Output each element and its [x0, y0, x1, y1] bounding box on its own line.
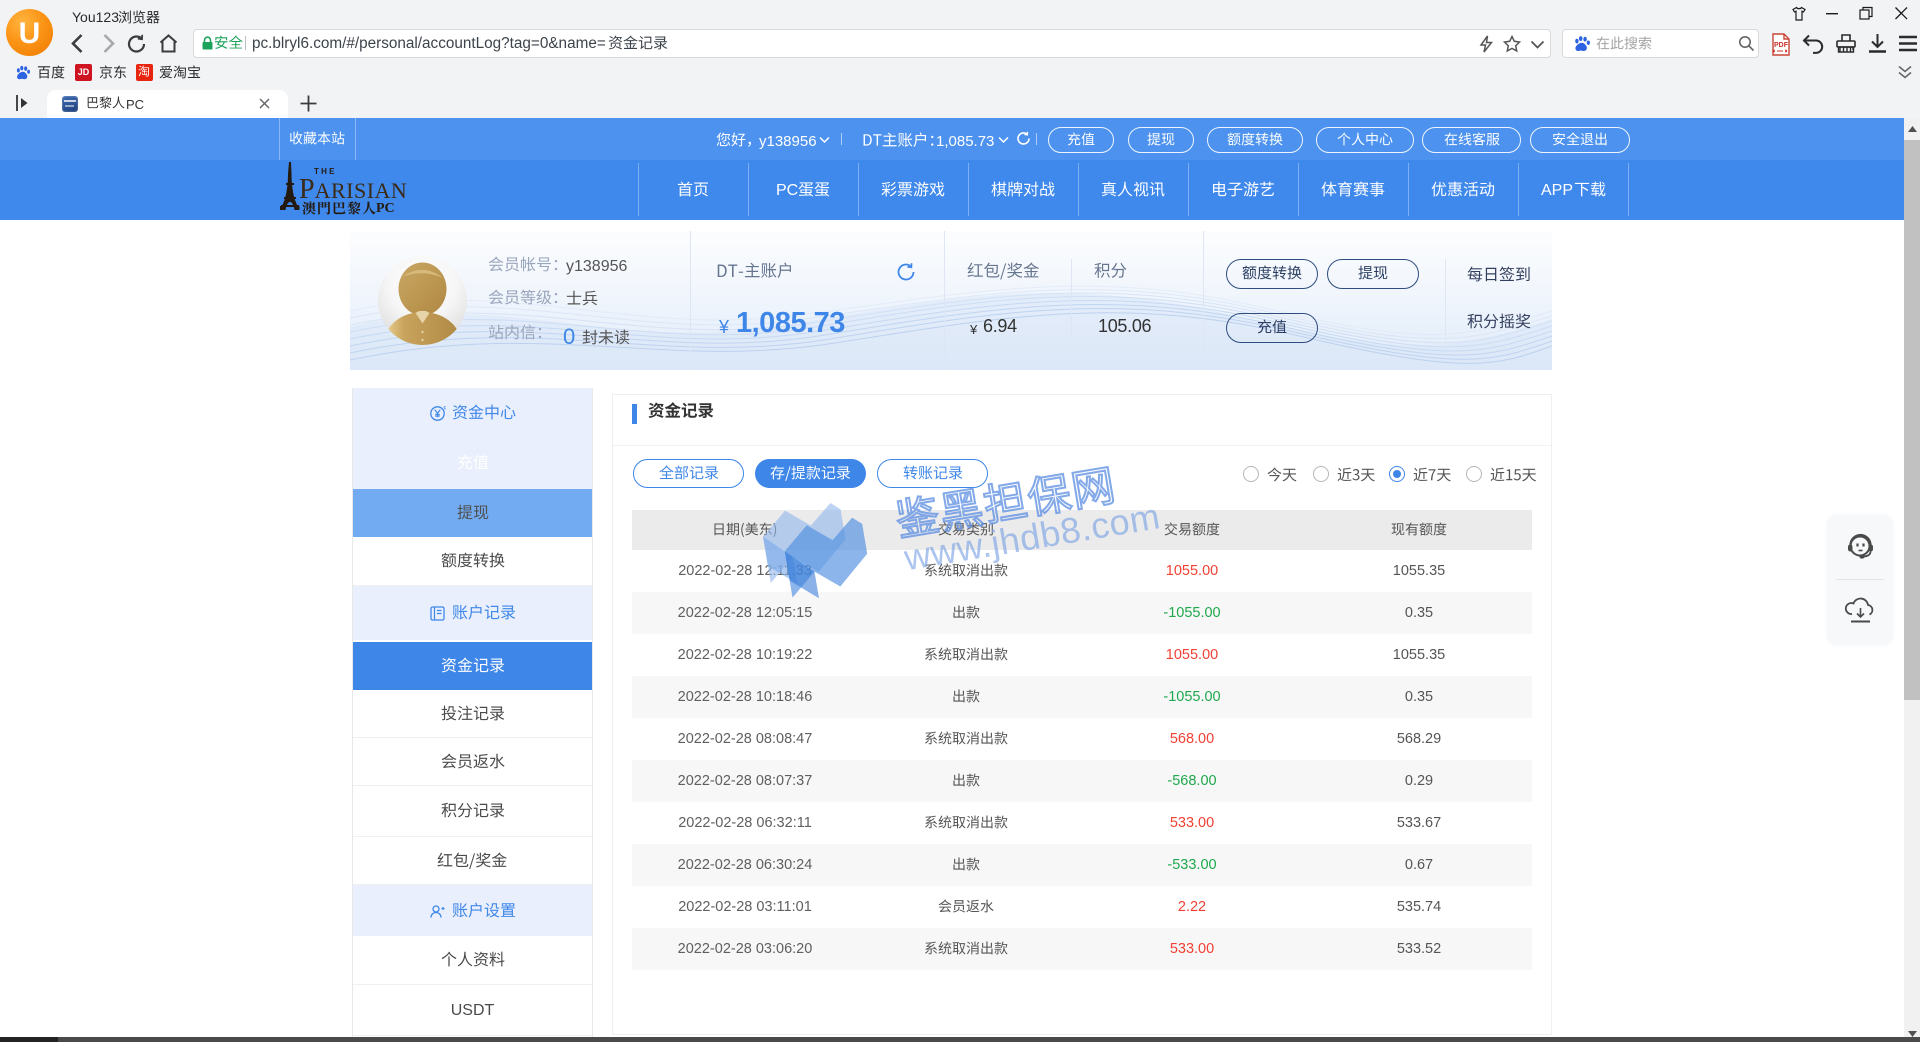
svg-text:PDF: PDF [1774, 42, 1789, 49]
